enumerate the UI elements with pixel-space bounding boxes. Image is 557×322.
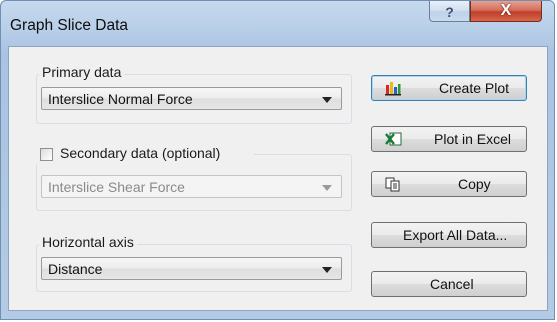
horizontal-axis-dropdown[interactable]: Distance	[41, 257, 342, 280]
create-plot-button[interactable]: Create Plot	[371, 75, 527, 101]
export-all-data-button[interactable]: Export All Data...	[371, 222, 527, 248]
secondary-data-label: Secondary data (optional)	[58, 145, 223, 161]
copy-button[interactable]: Copy	[371, 171, 527, 197]
copy-label: Copy	[458, 176, 491, 192]
plot-in-excel-button[interactable]: Plot in Excel	[371, 126, 527, 152]
create-plot-label: Create Plot	[439, 80, 510, 96]
chevron-down-icon	[322, 267, 332, 273]
secondary-data-value: Interslice Shear Force	[48, 179, 185, 195]
close-icon: X	[500, 2, 512, 19]
help-button[interactable]: ?	[429, 1, 470, 22]
help-icon: ?	[445, 3, 454, 20]
excel-icon	[385, 132, 402, 146]
cancel-button[interactable]: Cancel	[371, 271, 527, 297]
horizontal-axis-label: Horizontal axis	[39, 234, 137, 250]
secondary-data-checkbox[interactable]	[40, 148, 53, 161]
copy-icon	[385, 177, 400, 192]
bar-chart-icon	[385, 82, 401, 96]
secondary-data-dropdown: Interslice Shear Force	[41, 175, 342, 198]
primary-data-value: Interslice Normal Force	[48, 91, 193, 107]
chevron-down-icon	[322, 97, 332, 103]
chevron-down-icon	[322, 185, 332, 191]
window-title: Graph Slice Data	[10, 17, 129, 34]
horizontal-axis-value: Distance	[48, 261, 103, 277]
dialog-window: Graph Slice Data ? X Primary data Inters…	[0, 0, 555, 320]
dialog-body: Primary data Interslice Normal Force Sec…	[8, 46, 548, 311]
primary-data-dropdown[interactable]: Interslice Normal Force	[41, 87, 342, 110]
plot-in-excel-label: Plot in Excel	[434, 131, 512, 147]
primary-data-label: Primary data	[39, 64, 125, 80]
close-button[interactable]: X	[470, 1, 542, 22]
export-all-data-label: Export All Data...	[403, 227, 508, 243]
cancel-label: Cancel	[430, 276, 474, 292]
